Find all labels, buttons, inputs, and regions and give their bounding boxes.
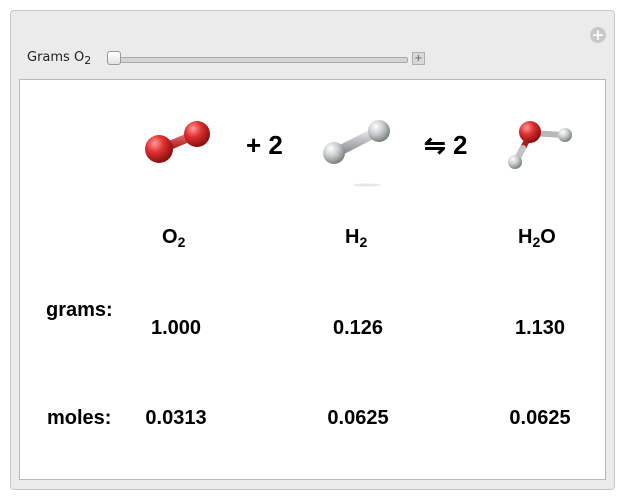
output-display: + 2 ⇋ 2 O2 H2 H2O grams: moles: 1.000 0.… xyxy=(19,79,606,480)
formula-h2: H2 xyxy=(345,226,368,250)
formula-h2o: H2O xyxy=(518,226,556,250)
grams-value-o2: 1.000 xyxy=(150,317,202,339)
formula-o2: O2 xyxy=(162,226,186,250)
moles-value-o2: 0.0313 xyxy=(145,407,207,429)
reset-button[interactable]: + xyxy=(590,27,606,43)
h2-coefficient: + 2 xyxy=(246,130,283,160)
h2-molecule-icon xyxy=(323,120,390,187)
control-label-subscript: 2 xyxy=(84,54,92,67)
plus-box-icon: + xyxy=(414,53,423,64)
reaction-arrow-coefficient: ⇋ 2 xyxy=(424,130,468,160)
plus-circle-icon: + xyxy=(591,26,605,44)
h2o-molecule-icon xyxy=(508,121,572,169)
moles-value-h2o: 0.0625 xyxy=(509,407,571,429)
moles-value-h2: 0.0625 xyxy=(327,407,389,429)
slider-expand-button[interactable]: + xyxy=(412,52,425,65)
moles-row-label: moles: xyxy=(47,407,112,429)
grams-o2-slider-thumb[interactable] xyxy=(107,51,121,65)
control-label-text: Grams O xyxy=(27,50,85,65)
grams-row-label: grams: xyxy=(46,299,113,321)
grams-value-h2: 0.126 xyxy=(332,317,384,339)
grams-o2-slider-track[interactable] xyxy=(112,57,408,63)
grams-value-h2o: 1.130 xyxy=(514,317,566,339)
o2-molecule-icon xyxy=(145,121,210,163)
grams-o2-control-label: Grams O2 xyxy=(27,50,91,67)
